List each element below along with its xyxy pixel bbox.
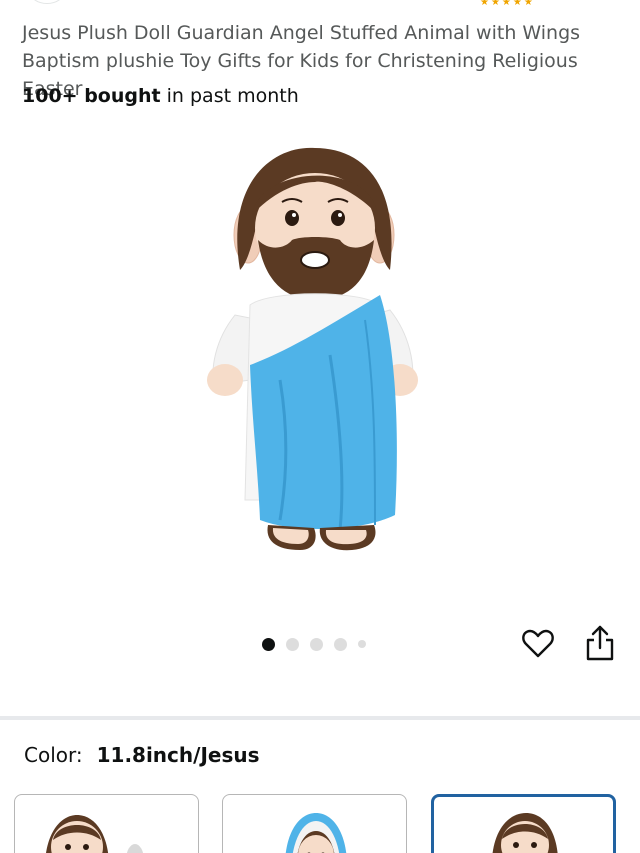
product-image[interactable] xyxy=(180,140,440,570)
carousel-dot-5[interactable] xyxy=(358,640,366,648)
share-icon xyxy=(586,625,614,661)
color-swatch-3-selected[interactable] xyxy=(431,794,616,853)
heart-outline-icon xyxy=(522,629,554,658)
selected-color-value: 11.8inch/Jesus xyxy=(96,743,260,767)
swatch-1-image xyxy=(46,815,144,853)
share-button[interactable] xyxy=(583,624,617,662)
rating-stars-icon[interactable]: ★★★★★ xyxy=(480,0,535,8)
carousel-dot-4[interactable] xyxy=(334,637,347,651)
carousel-dot-2[interactable] xyxy=(286,637,299,651)
carousel-dot-3[interactable] xyxy=(310,637,323,651)
top-edge: ★★★★★ xyxy=(0,0,640,8)
bought-count: 100+ bought in past month xyxy=(22,83,299,109)
color-swatch-2[interactable] xyxy=(222,794,407,853)
bought-count-bold: 100+ bought xyxy=(22,85,161,107)
color-swatch-1[interactable] xyxy=(14,794,199,853)
color-selector-label: Color: 11.8inch/Jesus xyxy=(24,740,260,770)
jesus-plush-image xyxy=(207,147,418,551)
carousel-dot-1[interactable] xyxy=(262,637,275,651)
wishlist-button[interactable] xyxy=(521,627,555,661)
swatch-3-image xyxy=(492,813,558,853)
previous-item-thumbnail[interactable] xyxy=(24,0,70,4)
image-carousel-dots[interactable] xyxy=(262,636,366,652)
color-label: Color: xyxy=(24,743,83,767)
swatch-2-image xyxy=(285,813,347,853)
section-divider xyxy=(0,716,640,720)
bought-count-suffix: in past month xyxy=(160,85,299,107)
